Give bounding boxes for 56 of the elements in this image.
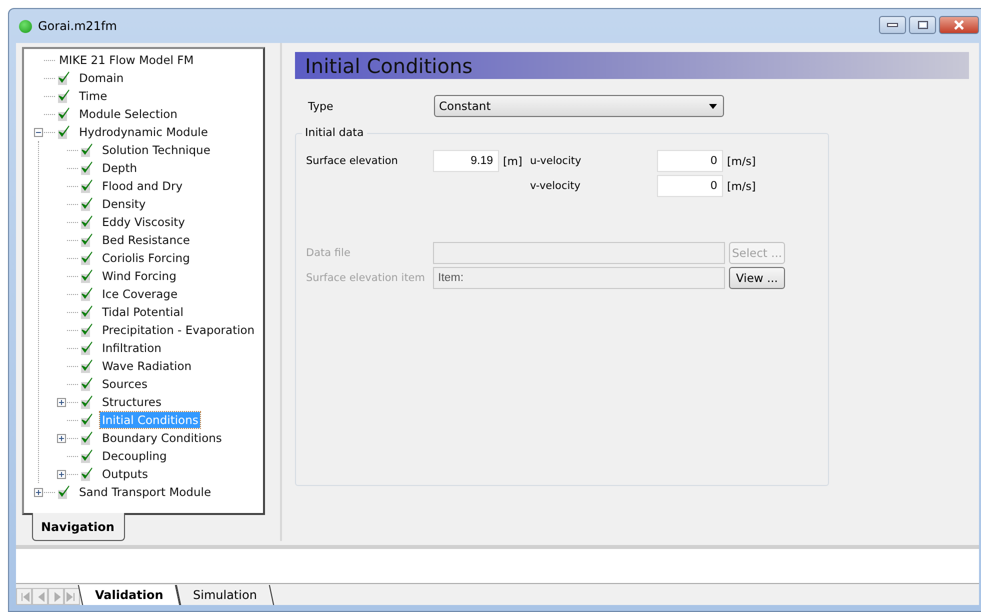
- expand-icon[interactable]: [57, 398, 66, 406]
- tree-item[interactable]: Boundary Conditions: [100, 430, 224, 446]
- unit-label: [m/s]: [726, 180, 754, 192]
- unit-label: [m/s]: [726, 154, 754, 168]
- navigation-tab[interactable]: Navigation: [32, 513, 126, 541]
- field-label: Data file: [306, 247, 352, 259]
- tree-item[interactable]: Module Selection: [77, 106, 180, 122]
- maximize-icon: [918, 21, 928, 29]
- tree-item[interactable]: Density: [100, 196, 148, 212]
- tree-item[interactable]: Wave Radiation: [100, 358, 194, 374]
- type-label: Type: [308, 100, 334, 112]
- expand-icon[interactable]: [57, 470, 66, 478]
- expand-icon[interactable]: [57, 434, 66, 442]
- tree-item[interactable]: Sources: [100, 376, 150, 392]
- tree-item[interactable]: Depth: [100, 160, 140, 176]
- tree-item[interactable]: Infiltration: [100, 340, 164, 356]
- number-field[interactable]: 0: [657, 150, 723, 172]
- close-icon: [953, 20, 965, 30]
- tree-item[interactable]: Structures: [100, 394, 164, 410]
- page-title: Initial Conditions: [295, 52, 969, 79]
- collapse-icon[interactable]: [34, 128, 43, 136]
- tree-item[interactable]: Tidal Potential: [100, 304, 186, 320]
- close-button[interactable]: [939, 16, 979, 34]
- tree-item[interactable]: Coriolis Forcing: [100, 250, 192, 266]
- dropdown-arrow-icon: [709, 104, 717, 108]
- tree-item[interactable]: Decoupling: [100, 448, 169, 464]
- tree-item[interactable]: MIKE 21 Flow Model FM: [57, 52, 196, 68]
- field-label: v-velocity: [530, 180, 582, 192]
- minimize-button[interactable]: [879, 16, 906, 34]
- field-label: Surface elevation: [306, 155, 399, 167]
- window-title: Gorai.m21fm: [38, 19, 117, 33]
- tree-item[interactable]: Outputs: [100, 466, 150, 482]
- group-title: Initial data: [302, 126, 367, 139]
- number-field[interactable]: 9.19: [433, 150, 499, 172]
- field-label: Surface elevation item: [306, 272, 426, 284]
- tree-item[interactable]: Solution Technique: [100, 142, 212, 158]
- tree-item[interactable]: Time: [77, 88, 110, 104]
- tree-item[interactable]: Eddy Viscosity: [100, 214, 187, 230]
- maximize-button[interactable]: [909, 16, 936, 34]
- tree-item[interactable]: Precipitation - Evaporation: [100, 322, 257, 338]
- unit-label: [m]: [502, 154, 524, 168]
- tree-item[interactable]: Hydrodynamic Module: [77, 124, 210, 140]
- minimize-icon: [887, 22, 898, 28]
- field-label: u-velocity: [530, 155, 582, 167]
- tree-item[interactable]: Sand Transport Module: [77, 484, 214, 500]
- bottom-tab[interactable]: Simulation: [176, 585, 274, 605]
- app-icon: [19, 20, 32, 32]
- number-field[interactable]: 0: [657, 175, 723, 197]
- tree-item[interactable]: Domain: [77, 70, 126, 86]
- tree-item[interactable]: Ice Coverage: [100, 286, 180, 302]
- tree-item[interactable]: Wind Forcing: [100, 268, 178, 284]
- type-dropdown[interactable]: Constant: [434, 95, 724, 117]
- bottom-tab[interactable]: Validation: [78, 585, 180, 605]
- tree-item[interactable]: Bed Resistance: [100, 232, 192, 248]
- expand-icon[interactable]: [34, 488, 43, 496]
- tree-item[interactable]: Flood and Dry: [100, 178, 185, 194]
